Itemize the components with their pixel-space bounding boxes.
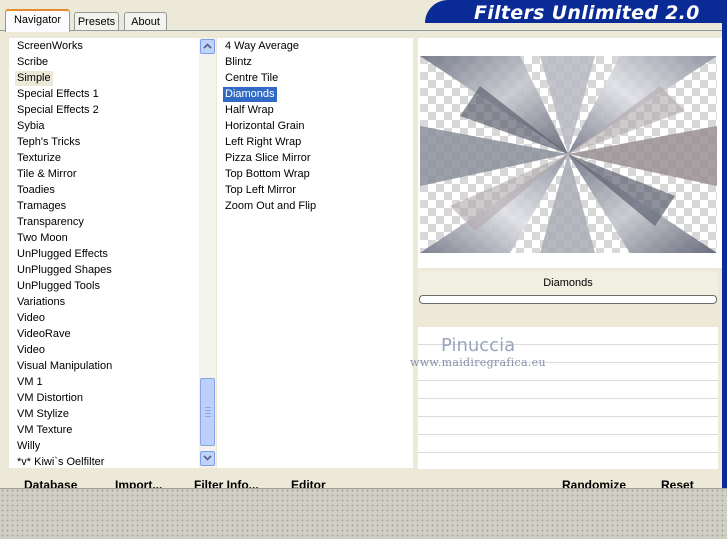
dotted-background: [0, 488, 727, 539]
row-divider: [418, 434, 718, 435]
scroll-thumb[interactable]: [200, 378, 215, 446]
category-list[interactable]: ScreenWorks Scribe Simple Special Effects 1…: [9, 38, 216, 470]
scroll-down-button[interactable]: [200, 451, 215, 466]
filter-item[interactable]: Horizontal Grain: [225, 119, 304, 134]
preview-image: [420, 56, 717, 253]
chevron-up-icon: [203, 43, 212, 49]
filter-item[interactable]: 4 Way Average: [225, 39, 299, 54]
category-item[interactable]: Willy: [17, 439, 40, 454]
filter-item[interactable]: Zoom Out and Flip: [225, 199, 316, 214]
category-item[interactable]: Texturize: [17, 151, 61, 166]
grip-line: [205, 407, 211, 408]
grip-line: [205, 410, 211, 411]
row-divider: [418, 380, 718, 381]
category-item[interactable]: Tramages: [17, 199, 66, 214]
category-item[interactable]: VM 1: [17, 375, 43, 390]
category-item[interactable]: UnPlugged Effects: [17, 247, 108, 262]
row-divider: [418, 398, 718, 399]
category-item[interactable]: Sybia: [17, 119, 45, 134]
filter-item[interactable]: Half Wrap: [225, 103, 274, 118]
filter-item[interactable]: Pizza Slice Mirror: [225, 151, 311, 166]
grip-line: [205, 416, 211, 417]
filter-item[interactable]: Diamonds: [223, 87, 277, 102]
category-scrollbar[interactable]: [199, 38, 216, 468]
category-item[interactable]: Two Moon: [17, 231, 68, 246]
row-divider: [418, 452, 718, 453]
chevron-down-icon: [203, 455, 212, 461]
filter-name-label: Diamonds: [418, 271, 718, 295]
filter-item[interactable]: Left Right Wrap: [225, 135, 301, 150]
category-item[interactable]: *v* Kiwi`s Oelfilter: [17, 455, 104, 470]
dotted-edge: [0, 488, 727, 489]
filter-item[interactable]: Centre Tile: [225, 71, 278, 86]
category-item[interactable]: VM Distortion: [17, 391, 83, 406]
tab-presets[interactable]: Presets: [74, 12, 119, 31]
preview-panel: [418, 38, 722, 268]
tab-navigator[interactable]: Navigator: [5, 9, 70, 32]
category-item[interactable]: Transparency: [17, 215, 84, 230]
category-item[interactable]: Special Effects 2: [17, 103, 99, 118]
category-item[interactable]: VM Stylize: [17, 407, 69, 422]
filter-list[interactable]: 4 Way Average Blintz Centre Tile Diamonds Ha…: [217, 38, 413, 468]
category-item[interactable]: UnPlugged Tools: [17, 279, 100, 294]
category-item[interactable]: VM Texture: [17, 423, 72, 438]
filter-item[interactable]: Top Bottom Wrap: [225, 167, 310, 182]
category-item[interactable]: Visual Manipulation: [17, 359, 112, 374]
category-item[interactable]: Video: [17, 343, 45, 358]
row-divider: [418, 416, 718, 417]
category-item[interactable]: Tile & Mirror: [17, 167, 76, 182]
tab-about[interactable]: About: [124, 12, 167, 31]
filter-item[interactable]: Top Left Mirror: [225, 183, 296, 198]
category-item[interactable]: Video: [17, 311, 45, 326]
category-item[interactable]: UnPlugged Shapes: [17, 263, 112, 278]
category-item[interactable]: Scribe: [17, 55, 48, 70]
app-title: Filters Unlimited 2.0: [474, 2, 700, 24]
filter-item[interactable]: Blintz: [225, 55, 252, 70]
category-item[interactable]: ScreenWorks: [17, 39, 83, 54]
category-item[interactable]: VideoRave: [17, 327, 71, 342]
progress-bar: [419, 295, 717, 304]
category-item[interactable]: Special Effects 1: [17, 87, 99, 102]
parameter-area: [418, 307, 718, 327]
category-item[interactable]: Toadies: [17, 183, 55, 198]
watermark-name: Pinuccia: [441, 335, 516, 356]
scroll-up-button[interactable]: [200, 39, 215, 54]
tab-divider: [0, 30, 727, 31]
category-item[interactable]: Teph's Tricks: [17, 135, 80, 150]
watermark-url: www.maidiregrafica.eu: [410, 356, 546, 369]
category-item[interactable]: Variations: [17, 295, 65, 310]
frame-edge: [722, 23, 727, 493]
category-item[interactable]: Simple: [15, 71, 53, 86]
grip-line: [205, 413, 211, 414]
